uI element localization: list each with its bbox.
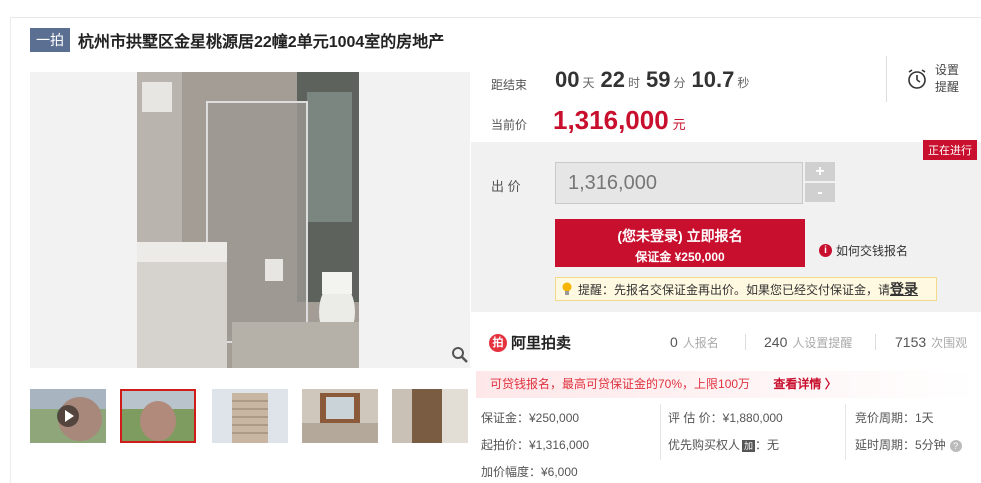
signup-label: 人报名	[682, 336, 719, 350]
view-label: 次围观	[931, 336, 968, 350]
bid-input[interactable]: 1,316,000	[555, 162, 803, 204]
bid-label: 出 价	[491, 179, 521, 194]
reminder-label: 人设置提醒	[792, 336, 853, 350]
alarm-clock-icon	[908, 69, 926, 89]
reminder-line1: 设置	[935, 63, 960, 77]
reminder-text: 设置 提醒	[935, 62, 959, 96]
countdown-hours: 22	[600, 67, 625, 92]
video-thumb-image	[30, 389, 106, 443]
current-price-label: 当前价	[491, 118, 528, 132]
thumbnail-room[interactable]	[302, 389, 378, 443]
set-reminder-button[interactable]: 设置 提醒	[886, 56, 959, 102]
details-divider	[660, 404, 661, 460]
reminder-count: 240 人设置提醒	[764, 334, 852, 351]
thumb-image	[212, 389, 288, 443]
reminder-number: 240	[764, 334, 788, 350]
stats-divider	[745, 334, 746, 350]
how-to-register-label: 如何交钱报名	[836, 244, 909, 258]
login-notice: 提醒：先报名交保证金再出价。如果您已经交付保证金，请登录	[555, 277, 937, 301]
priority-buyer-info: 优先购买权人加：无	[668, 436, 779, 453]
seconds-unit: 秒	[737, 76, 750, 90]
ali-logo-icon: 拍	[489, 333, 507, 352]
view-count: 7153 次围观	[895, 334, 967, 351]
page-title: 杭州市拱墅区金星桃源居22幢2单元1004室的房地产	[78, 34, 445, 51]
days-unit: 天	[582, 76, 595, 90]
stats-bar: 拍 阿里拍卖 0 人报名 240 人设置提醒 7153 次围观	[471, 322, 981, 362]
appraisal-info: 评 估 价：¥1,880,000	[668, 411, 783, 425]
hours-unit: 时	[627, 76, 640, 90]
countdown-timer: 00 天 22 时 59 分 10.7 秒	[555, 67, 755, 93]
thumbnail-selected[interactable]	[120, 389, 196, 443]
delay-period-info: 延时周期：5分钟?	[855, 436, 962, 453]
deposit-info: 保证金：¥250,000	[481, 411, 580, 425]
info-icon: i	[819, 244, 832, 257]
thumb-image	[302, 389, 378, 443]
thumb-image	[122, 391, 194, 441]
stats-divider	[875, 334, 876, 350]
bid-period-info: 竞价周期：1天	[855, 411, 934, 425]
lightbulb-icon	[562, 282, 572, 295]
main-photo[interactable]	[30, 72, 470, 368]
bid-panel: 正在进行 出 价 1,316,000 + - (您未登录) 立即报名 保证金 ¥…	[471, 140, 981, 312]
thumb-image	[392, 389, 468, 443]
current-price: 1,316,000 元	[553, 105, 686, 136]
view-number: 7153	[895, 334, 927, 350]
details-divider	[845, 404, 846, 460]
reminder-line2: 提醒	[935, 80, 960, 94]
thumbnail-building[interactable]	[212, 389, 288, 443]
signup-number: 0	[670, 334, 678, 350]
title-row: 一拍 杭州市拱墅区金星桃源居22幢2单元1004室的房地产	[30, 28, 444, 52]
current-price-value: 1,316,000	[553, 105, 669, 135]
current-price-unit: 元	[672, 117, 686, 132]
left-divider	[10, 17, 11, 483]
notice-text: 提醒：先报名交保证金再出价。如果您已经交付保证金，请	[578, 283, 891, 297]
priority-buyer-label: 优先购买权人	[668, 438, 741, 452]
status-badge: 正在进行	[923, 140, 977, 160]
promo-detail-link[interactable]: 查看详情 〉	[773, 377, 836, 391]
login-link[interactable]: 登录	[890, 281, 918, 297]
auction-round-badge: 一拍	[30, 28, 70, 52]
top-divider	[10, 17, 981, 18]
start-price-info: 起拍价：¥1,316,000	[481, 438, 590, 452]
increase-bid-button[interactable]: +	[805, 162, 835, 181]
bathroom-photo	[137, 72, 359, 368]
countdown-minutes: 59	[646, 67, 671, 92]
register-button-label: (您未登录) 立即报名	[617, 228, 743, 244]
ali-auction-logo: 拍 阿里拍卖	[489, 332, 571, 353]
thumbnail-door[interactable]	[392, 389, 468, 443]
decrease-bid-button[interactable]: -	[805, 183, 835, 202]
register-button[interactable]: (您未登录) 立即报名 保证金 ¥250,000	[555, 219, 805, 267]
how-to-register-link[interactable]: i 如何交钱报名	[819, 242, 908, 259]
countdown-label: 距结束	[491, 78, 528, 92]
zoom-icon[interactable]	[451, 346, 469, 364]
help-icon[interactable]: ?	[949, 440, 962, 452]
priority-tag-icon: 加	[742, 440, 756, 452]
signup-count: 0 人报名	[670, 334, 719, 351]
promo-text: 可贷钱报名，最高可贷保证金的70%，上限100万	[490, 377, 751, 391]
register-button-deposit: 保证金 ¥250,000	[635, 250, 725, 264]
thumbnail-video[interactable]	[30, 389, 106, 443]
increment-info: 加价幅度：¥6,000	[481, 465, 578, 479]
priority-buyer-value: ：无	[755, 438, 780, 452]
countdown-days: 00	[555, 67, 580, 92]
delay-period-label: 延时周期：5分钟	[855, 438, 946, 452]
ali-logo-text: 阿里拍卖	[511, 335, 572, 352]
loan-promo-banner: 可贷钱报名，最高可贷保证金的70%，上限100万 查看详情 〉	[476, 371, 978, 398]
minutes-unit: 分	[673, 76, 686, 90]
countdown-seconds: 10.7	[691, 67, 735, 92]
